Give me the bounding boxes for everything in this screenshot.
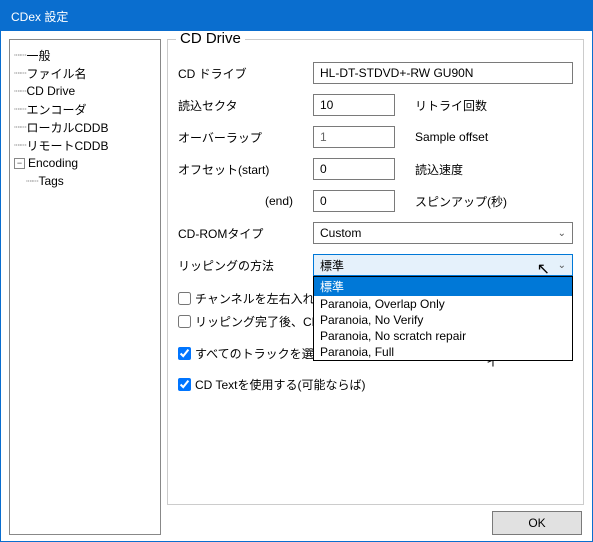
label-retry: リトライ回数 xyxy=(415,97,487,114)
overlap-input xyxy=(313,126,395,148)
tree-item-tags[interactable]: ┈┈Tags xyxy=(14,172,156,190)
tree-item-remotecddb[interactable]: ┈┈リモートCDDB xyxy=(14,136,156,154)
label-sector: 読込セクタ xyxy=(178,97,313,114)
sector-input[interactable] xyxy=(313,94,395,116)
chevron-down-icon: ⌄ xyxy=(558,228,566,239)
tree-item-cddrive[interactable]: ┈┈CD Drive xyxy=(14,82,156,100)
cd-drive-panel: CD Drive CD ドライブ HL-DT-STDVD+-RW GU90N 読… xyxy=(167,39,584,505)
label-sample-offset: Sample offset xyxy=(415,130,488,144)
rip-method-dropdown: 標準 Paranoia, Overlap Only Paranoia, No V… xyxy=(313,276,573,361)
chevron-down-icon: ⌄ xyxy=(558,260,566,271)
ok-button[interactable]: OK xyxy=(492,511,582,535)
tree-item-general[interactable]: ┈┈一般 xyxy=(14,46,156,64)
dropdown-option[interactable]: Paranoia, No scratch repair xyxy=(314,328,572,344)
nav-tree: ┈┈一般 ┈┈ファイル名 ┈┈CD Drive ┈┈エンコーダ ┈┈ローカルCD… xyxy=(9,39,161,535)
label-rip-method: リッピングの方法 xyxy=(178,257,313,274)
label-cdrom-type: CD-ROMタイプ xyxy=(178,225,313,242)
tree-item-encoder[interactable]: ┈┈エンコーダ xyxy=(14,100,156,118)
label-offset-start: オフセット(start) xyxy=(178,161,313,178)
dropdown-option[interactable]: Paranoia, Overlap Only xyxy=(314,296,572,312)
label-read-speed: 読込速度 xyxy=(415,161,463,178)
drive-select[interactable]: HL-DT-STDVD+-RW GU90N xyxy=(313,62,573,84)
label-overlap: オーバーラップ xyxy=(178,129,313,146)
label-drive: CD ドライブ xyxy=(178,65,313,82)
collapse-icon[interactable]: − xyxy=(14,158,25,169)
dropdown-option[interactable]: Paranoia, No Verify xyxy=(314,312,572,328)
panel-title: CD Drive xyxy=(176,31,245,47)
tree-item-encoding[interactable]: −Encoding xyxy=(14,154,156,172)
offset-end-input[interactable] xyxy=(313,190,395,212)
tree-item-filename[interactable]: ┈┈ファイル名 xyxy=(14,64,156,82)
window-title: CDex 設定 xyxy=(11,8,68,25)
dropdown-option[interactable]: 標準 xyxy=(314,277,572,296)
label-spinup: スピンアップ(秒) xyxy=(415,193,507,210)
titlebar: CDex 設定 xyxy=(1,1,592,31)
tree-item-localcddb[interactable]: ┈┈ローカルCDDB xyxy=(14,118,156,136)
rip-method-select[interactable]: 標準 ⌄ ↖ 標準 Paranoia, Overlap Only Paranoi… xyxy=(313,254,573,276)
dropdown-option[interactable]: Paranoia, Full xyxy=(314,344,572,360)
offset-start-input[interactable] xyxy=(313,158,395,180)
cdrom-type-select[interactable]: Custom ⌄ xyxy=(313,222,573,244)
label-end: (end) xyxy=(178,194,313,208)
checkbox-cdtext[interactable]: CD Textを使用する(可能ならば) xyxy=(178,376,573,393)
